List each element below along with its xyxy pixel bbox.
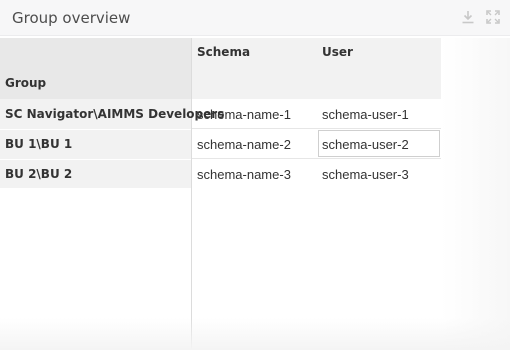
column-header-schema[interactable]: Schema (197, 45, 250, 59)
row-header-divider (191, 38, 192, 350)
table-cell-user[interactable]: schema-user-3 (322, 167, 409, 182)
widget-header: Group overview (0, 0, 510, 36)
row-header-title: Group (5, 76, 47, 90)
group-overview-widget: Group overview Group Schema User SC Navi… (0, 0, 510, 350)
table-cell-schema[interactable]: schema-name-1 (197, 107, 291, 122)
widget-bottom-edge (0, 318, 510, 350)
widget-title: Group overview (12, 9, 131, 27)
table-cell-user[interactable]: schema-user-2 (322, 137, 409, 152)
row-header-label: BU 1\BU 1 (5, 137, 73, 151)
table-cell-schema[interactable]: schema-name-3 (197, 167, 291, 182)
fullscreen-icon[interactable] (485, 9, 501, 25)
table-right-edge (441, 38, 510, 350)
row-header-label: SC Navigator\AIMMS Developers (5, 107, 225, 121)
row-header-label: BU 2\BU 2 (5, 167, 73, 181)
download-icon[interactable] (460, 9, 476, 25)
column-header-user[interactable]: User (322, 45, 353, 59)
row-divider (192, 128, 441, 129)
row-divider (192, 158, 441, 159)
table-cell-user[interactable]: schema-user-1 (322, 107, 409, 122)
table-cell-schema[interactable]: schema-name-2 (197, 137, 291, 152)
